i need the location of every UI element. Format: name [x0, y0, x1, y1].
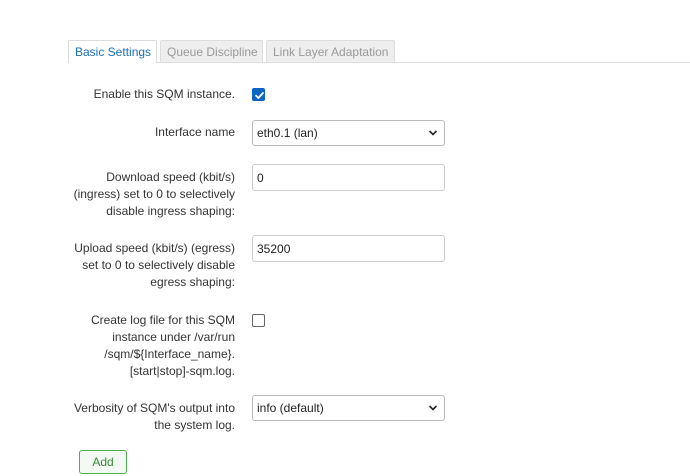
upload-label-line: egress shaping: — [150, 275, 235, 289]
upload-label: Upload speed (kbit/s) (egress) set to 0 … — [35, 240, 235, 291]
upload-label-line: set to 0 to selectively disable — [82, 258, 235, 272]
download-label-line: disable ingress shaping: — [106, 204, 235, 218]
chevron-down-icon — [428, 130, 438, 136]
logfile-label-line: instance under /var/run — [112, 330, 235, 344]
tab-basic-settings[interactable]: Basic Settings — [68, 40, 157, 63]
tab-queue-discipline[interactable]: Queue Discipline — [160, 40, 263, 62]
logfile-label-line: Create log file for this SQM — [90, 313, 235, 327]
add-button[interactable]: Add — [79, 450, 127, 474]
download-label-line: (ingress) set to 0 to selectively — [73, 187, 235, 201]
download-speed-input[interactable] — [252, 164, 445, 191]
upload-label-line: Upload speed (kbit/s) (egress) — [74, 241, 235, 255]
chevron-down-icon — [428, 405, 438, 411]
verbosity-label-line: Verbosity of SQM's output into — [73, 401, 235, 415]
enable-label: Enable this SQM instance. — [93, 87, 235, 101]
interface-label: Interface name — [154, 125, 235, 139]
logfile-checkbox[interactable] — [252, 314, 265, 327]
upload-speed-input[interactable] — [252, 235, 445, 262]
verbosity-label: Verbosity of SQM's output into the syste… — [35, 400, 235, 434]
logfile-label-line: /sqm/${Interface_name}. — [104, 347, 235, 361]
verbosity-label-line: the system log. — [154, 418, 235, 432]
verbosity-select[interactable]: info (default) — [252, 395, 445, 421]
download-label-line: Download speed (kbit/s) — [106, 170, 235, 184]
interface-select-value: eth0.1 (lan) — [257, 126, 318, 140]
enable-checkbox[interactable] — [252, 88, 265, 101]
download-label: Download speed (kbit/s) (ingress) set to… — [35, 169, 235, 220]
logfile-label: Create log file for this SQM instance un… — [35, 312, 235, 380]
tab-link-layer-adaptation[interactable]: Link Layer Adaptation — [266, 40, 395, 62]
interface-select[interactable]: eth0.1 (lan) — [252, 120, 445, 146]
sqm-settings-page: Basic Settings Queue Discipline Link Lay… — [0, 0, 690, 476]
logfile-label-line: [start|stop]-sqm.log. — [129, 364, 235, 378]
tab-bar: Basic Settings Queue Discipline Link Lay… — [0, 40, 690, 63]
verbosity-select-value: info (default) — [257, 401, 324, 415]
checkmark-icon — [255, 92, 264, 99]
